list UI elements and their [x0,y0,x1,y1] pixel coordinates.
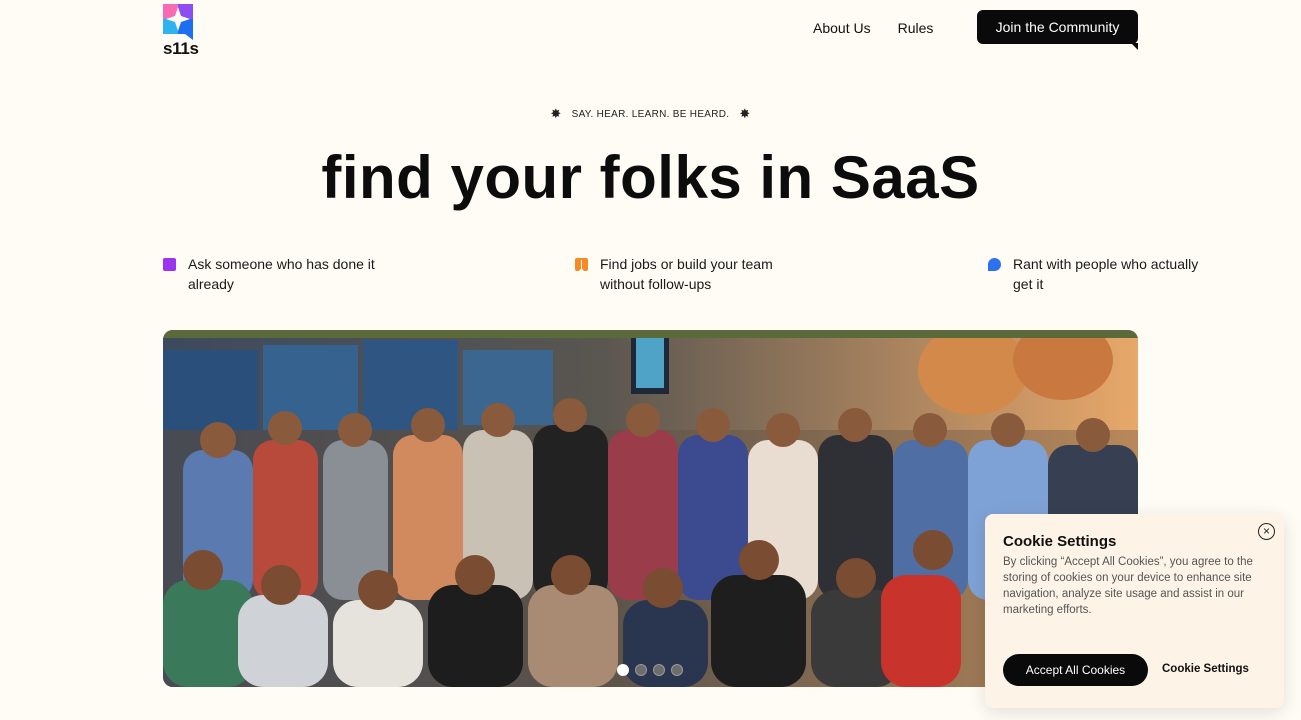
cookie-description: By clicking “Accept All Cookies”, you ag… [1003,556,1253,616]
cookie-title: Cookie Settings [1003,533,1117,550]
hero-headline: find your folks in SaaS [321,144,980,211]
main-nav: About Us Rules [813,19,933,37]
nav-about-us[interactable]: About Us [813,19,871,37]
logo-mark-icon [163,4,193,40]
s11s-logo[interactable]: s11s [163,4,199,58]
close-icon[interactable]: × [1258,523,1275,540]
orange-book-icon [575,258,588,271]
tagline: ✸ SAY. HEAR. LEARN. BE HEARD. ✸ [0,106,1301,121]
carousel-dot-1[interactable] [617,664,629,676]
feature-ask: Ask someone who has done it already [163,254,378,294]
join-community-button[interactable]: Join the Community [977,10,1138,50]
carousel-dot-4[interactable] [671,664,683,676]
feature-text: Rant with people who actually get it [1013,256,1199,292]
logo-text: s11s [163,39,199,58]
feature-rant: Rant with people who actually get it [988,254,1203,294]
cookie-settings-button[interactable]: Cookie Settings [1162,663,1249,675]
nav-rules[interactable]: Rules [898,19,934,37]
carousel-dots [617,664,683,676]
accept-all-cookies-button[interactable]: Accept All Cookies [1003,654,1148,686]
purple-square-icon [163,258,176,271]
feature-jobs: Find jobs or build your team without fol… [575,254,790,294]
feature-text: Find jobs or build your team without fol… [600,256,773,292]
feature-text: Ask someone who has done it already [188,256,375,292]
carousel-dot-2[interactable] [635,664,647,676]
blue-chat-icon [988,258,1001,271]
tagline-text: SAY. HEAR. LEARN. BE HEARD. [571,108,730,120]
burst-icon: ✸ [739,106,751,121]
cookie-banner: Cookie Settings × By clicking “Accept Al… [985,514,1284,708]
carousel-dot-3[interactable] [653,664,665,676]
burst-icon: ✸ [550,106,562,121]
